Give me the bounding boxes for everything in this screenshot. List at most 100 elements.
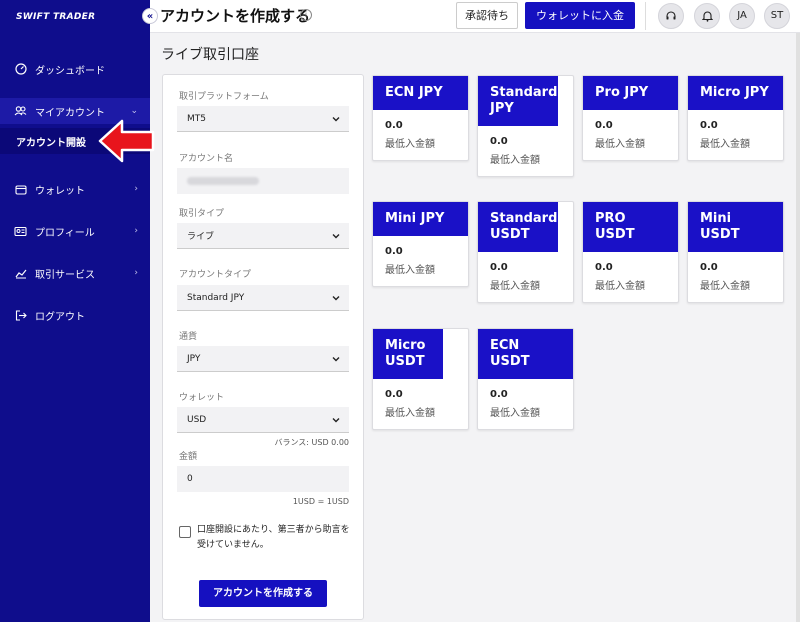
wallet-value: USD [187, 414, 207, 425]
account-card-pro-usdt[interactable]: PRO USDT 0.0 最低入金額 [582, 201, 679, 303]
account-card-mini-jpy[interactable]: Mini JPY 0.0 最低入金額 [372, 201, 469, 287]
avatar-user[interactable]: ST [764, 3, 790, 29]
header: アカウントを作成する i 承認待ち ウォレットに入金 JA ST [150, 0, 800, 33]
account-type-value: Standard JPY [187, 292, 245, 303]
chevron-down-icon [332, 357, 340, 362]
support-icon[interactable] [658, 3, 684, 29]
amount-field[interactable]: 0 [177, 466, 349, 492]
create-account-form: 取引プラットフォーム MT5 アカウント名 取引タイプ ライブ アカウントタイプ… [162, 74, 364, 620]
users-icon [14, 105, 27, 118]
bell-icon[interactable] [694, 3, 720, 29]
currency-select[interactable]: JPY [177, 346, 349, 372]
account-card-mini-usdt[interactable]: Mini USDT 0.0 最低入金額 [687, 201, 784, 303]
sidebar-item-profile[interactable]: プロフィール › [0, 218, 150, 244]
card-min-deposit-value: 0.0 [490, 262, 508, 273]
trade-type-select[interactable]: ライブ [177, 223, 349, 249]
sidebar-item-label: アカウント開設 [16, 137, 86, 149]
consent-checkbox[interactable] [179, 526, 191, 538]
card-min-deposit-label: 最低入金額 [700, 281, 750, 292]
dashboard-icon [14, 63, 27, 76]
avatar-language[interactable]: JA [729, 3, 755, 29]
id-card-icon [14, 225, 27, 238]
account-card-standard-usdt[interactable]: Standard USDT 0.0 最低入金額 [477, 201, 574, 303]
account-name-field[interactable] [177, 168, 349, 194]
logo: SWIFT TRADER [16, 12, 96, 22]
sidebar-item-dashboard[interactable]: ダッシュボード [0, 56, 150, 82]
blurred-account-name [187, 177, 259, 185]
account-card-ecn-usdt[interactable]: ECN USDT 0.0 最低入金額 [477, 328, 574, 430]
rate-note: 1USD = 1USD [292, 497, 349, 506]
red-arrow-icon [98, 119, 155, 163]
card-min-deposit-value: 0.0 [490, 136, 508, 147]
chart-line-icon [14, 267, 27, 280]
logout-icon [14, 309, 27, 322]
account-card-micro-usdt[interactable]: Micro USDT 0.0 最低入金額 [372, 328, 469, 430]
create-account-button[interactable]: アカウントを作成する [199, 580, 327, 607]
chevron-right-icon: › [134, 268, 138, 278]
card-min-deposit-label: 最低入金額 [385, 139, 435, 150]
header-divider [645, 2, 646, 30]
section-title: ライブ取引口座 [161, 47, 259, 63]
account-type-select[interactable]: Standard JPY [177, 285, 349, 311]
card-title: Mini USDT [688, 202, 783, 252]
info-icon[interactable]: i [300, 9, 312, 21]
card-min-deposit-label: 最低入金額 [595, 281, 645, 292]
card-min-deposit-value: 0.0 [595, 262, 613, 273]
card-min-deposit-label: 最低入金額 [595, 139, 645, 150]
amount-value: 0 [187, 474, 193, 484]
sidebar-item-label: ログアウト [35, 311, 85, 323]
account-card-micro-jpy[interactable]: Micro JPY 0.0 最低入金額 [687, 75, 784, 161]
card-min-deposit-label: 最低入金額 [385, 265, 435, 276]
card-title: Mini JPY [373, 202, 468, 236]
account-card-ecn-jpy[interactable]: ECN JPY 0.0 最低入金額 [372, 75, 469, 161]
card-min-deposit-value: 0.0 [595, 120, 613, 131]
platform-select[interactable]: MT5 [177, 106, 349, 132]
chevron-down-icon: ⌄ [130, 106, 138, 116]
page-title: アカウントを作成する [160, 7, 311, 25]
pending-approval-button[interactable]: 承認待ち [456, 2, 518, 29]
wallet-select[interactable]: USD [177, 407, 349, 433]
sidebar-item-label: ダッシュボード [35, 65, 105, 77]
collapse-sidebar-button[interactable]: « [142, 8, 158, 24]
amount-label: 金額 [179, 452, 198, 462]
card-min-deposit-value: 0.0 [385, 246, 403, 257]
sidebar-item-label: マイアカウント [35, 107, 105, 119]
chevron-right-icon: › [134, 184, 138, 194]
platform-label: 取引プラットフォーム [179, 92, 269, 102]
chevron-right-icon: › [134, 226, 138, 236]
sidebar-item-trading-services[interactable]: 取引サービス › [0, 260, 150, 286]
card-min-deposit-value: 0.0 [490, 389, 508, 400]
card-min-deposit-label: 最低入金額 [490, 281, 540, 292]
card-min-deposit-label: 最低入金額 [700, 139, 750, 150]
wallet-icon [14, 183, 27, 196]
chevron-down-icon [332, 117, 340, 122]
wallet-label: ウォレット [179, 393, 225, 403]
card-min-deposit-label: 最低入金額 [385, 408, 435, 419]
sidebar: SWIFT TRADER ダッシュボード マイアカウント ⌄ アカウント開設 ウ… [0, 0, 150, 622]
card-title: Standard USDT [478, 202, 558, 252]
card-min-deposit-value: 0.0 [700, 262, 718, 273]
sidebar-item-label: 取引サービス [35, 269, 95, 281]
card-title: Micro USDT [373, 329, 443, 379]
card-min-deposit-label: 最低入金額 [490, 155, 540, 166]
sidebar-item-wallet[interactable]: ウォレット › [0, 176, 150, 202]
account-card-standard-jpy[interactable]: Standard JPY 0.0 最低入金額 [477, 75, 574, 177]
platform-value: MT5 [187, 113, 206, 124]
consent-text: 口座開設にあたり、第三者から助言を受けていません。 [197, 525, 350, 550]
account-card-pro-jpy[interactable]: Pro JPY 0.0 最低入金額 [582, 75, 679, 161]
card-min-deposit-value: 0.0 [700, 120, 718, 131]
scrollbar[interactable] [796, 33, 800, 622]
chevron-down-icon [332, 234, 340, 239]
chevron-down-icon [332, 296, 340, 301]
account-name-label: アカウント名 [179, 154, 234, 164]
card-title: ECN JPY [373, 76, 468, 110]
account-type-label: アカウントタイプ [179, 270, 252, 280]
card-title: Pro JPY [583, 76, 678, 110]
balance-note: バランス: USD 0.00 [274, 438, 349, 447]
currency-value: JPY [187, 353, 201, 364]
trade-type-value: ライブ [187, 232, 215, 242]
trade-type-label: 取引タイプ [179, 209, 225, 219]
deposit-wallet-button[interactable]: ウォレットに入金 [525, 2, 635, 29]
sidebar-item-logout[interactable]: ログアウト [0, 302, 150, 328]
card-min-deposit-label: 最低入金額 [490, 408, 540, 419]
